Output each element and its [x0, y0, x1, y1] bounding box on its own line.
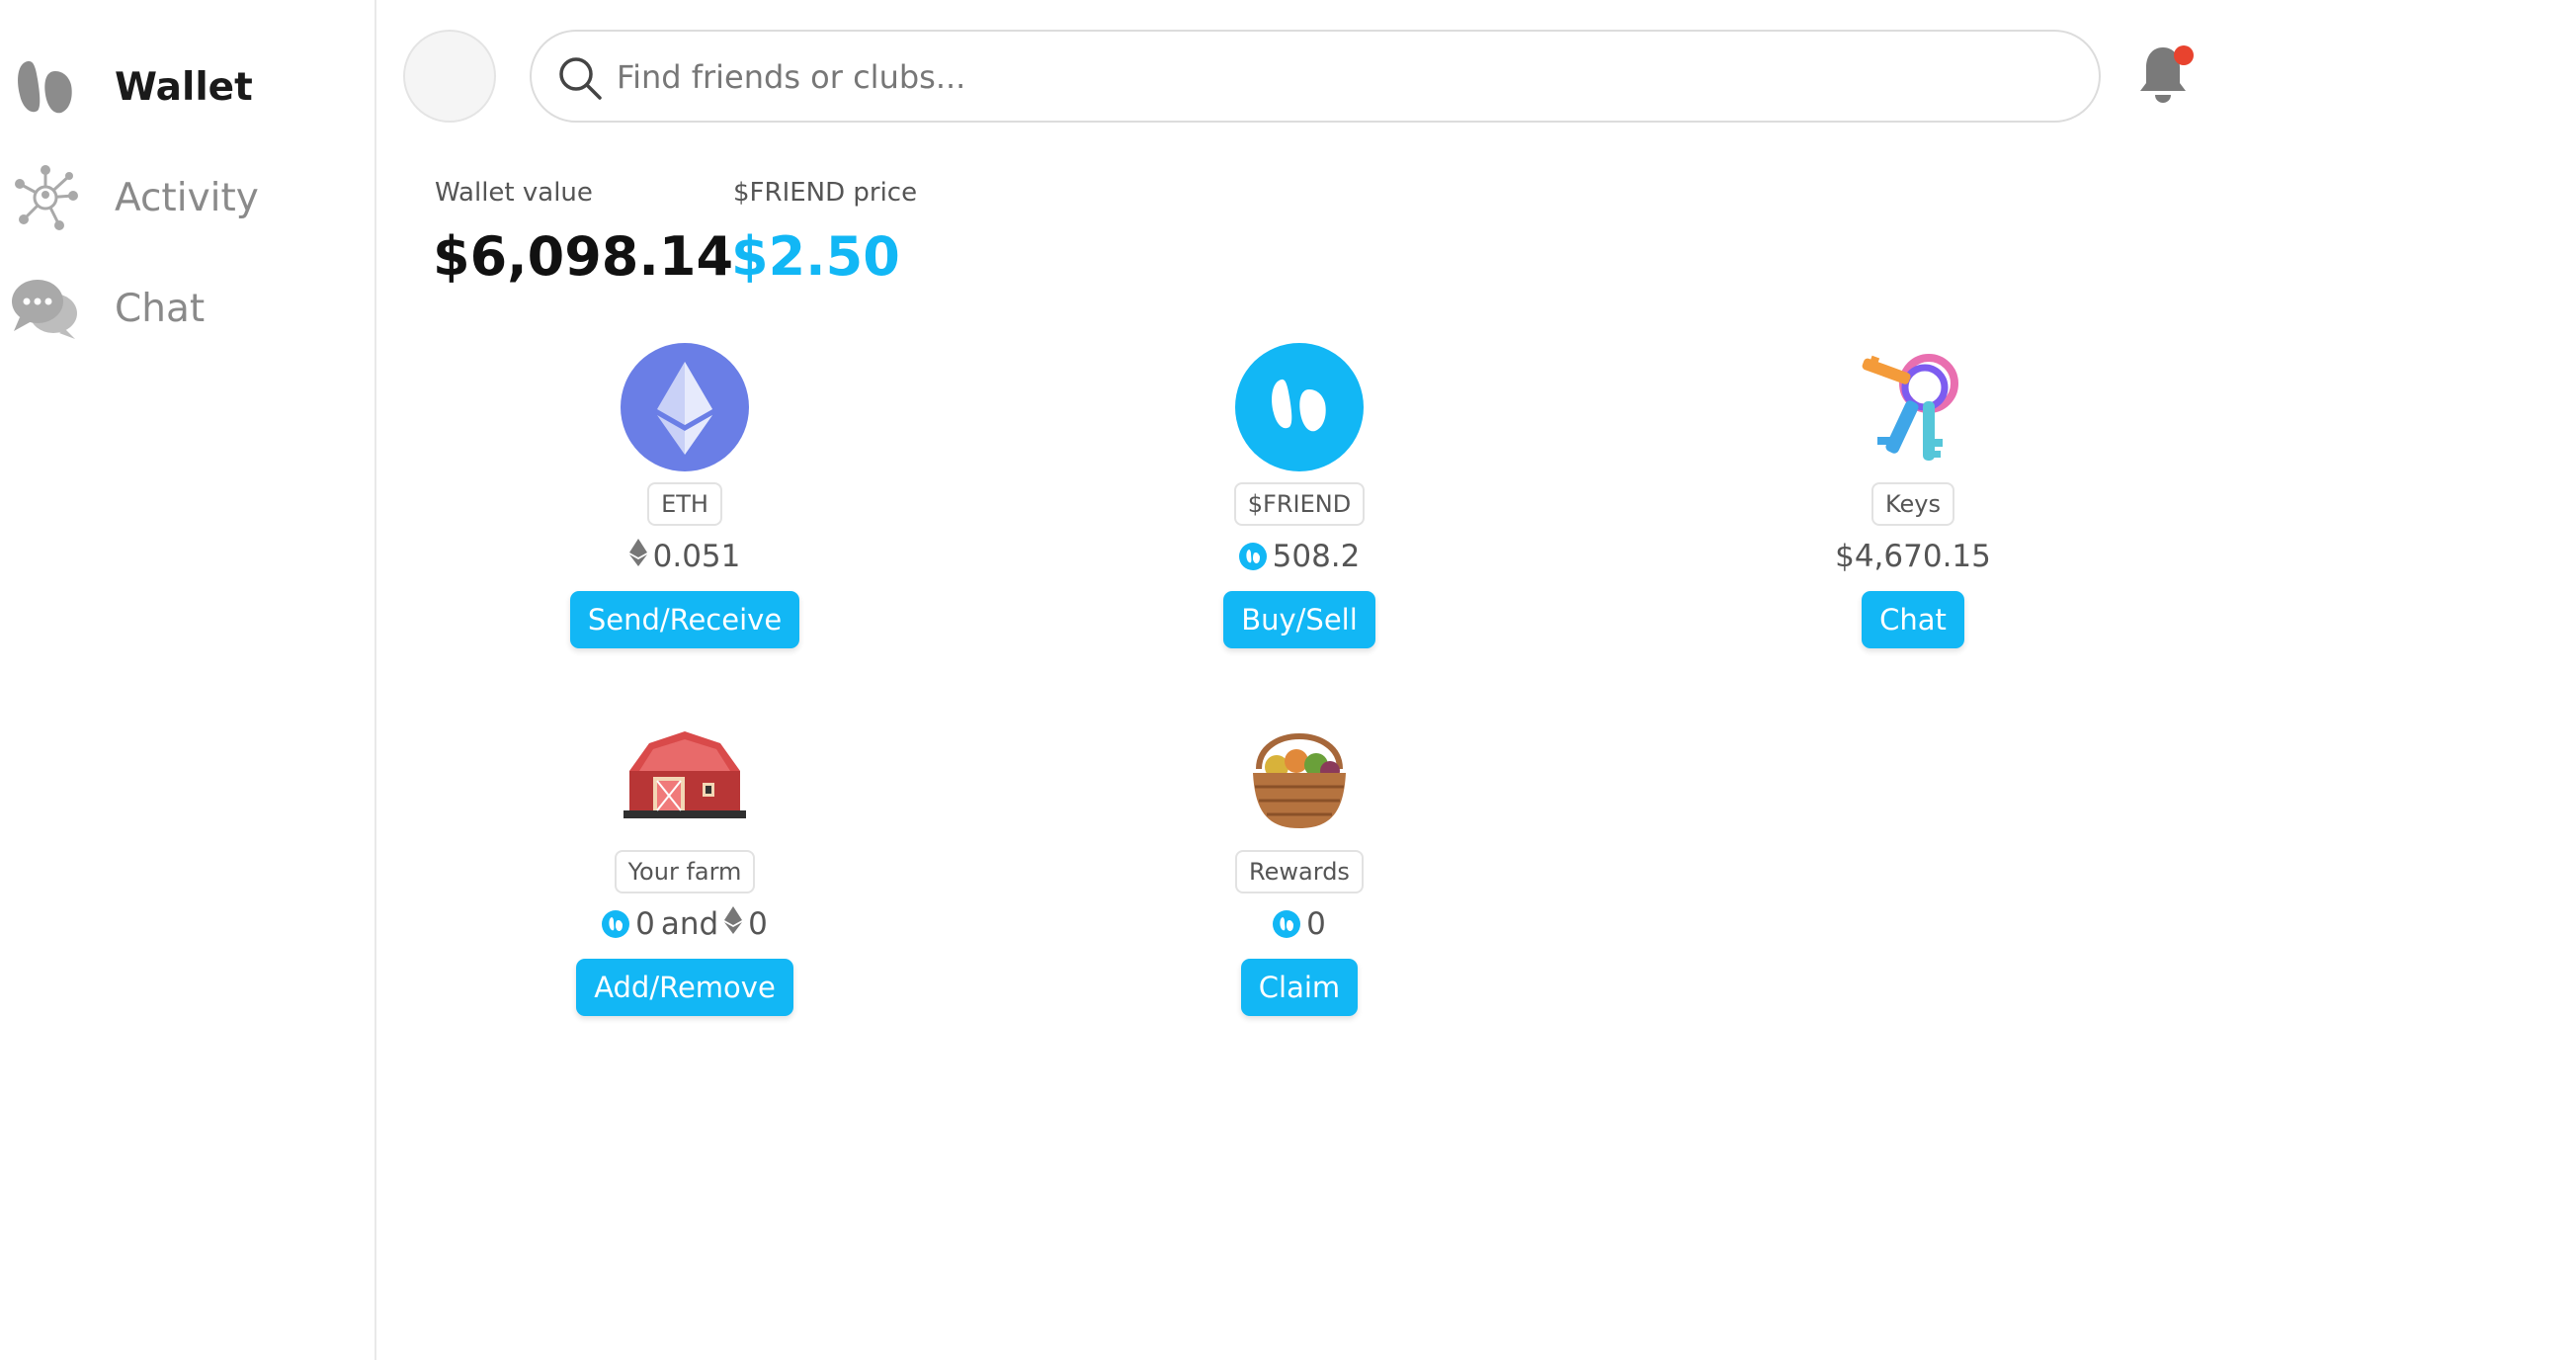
asset-card-keys: Keys $4,670.15 Chat — [1715, 342, 2111, 648]
search-icon — [555, 53, 605, 103]
notification-dot — [2174, 45, 2194, 65]
friend-price-label: $FRIEND price — [733, 178, 918, 208]
friend-logo-icon — [8, 49, 83, 125]
asset-amount: 0 — [1273, 903, 1326, 945]
claim-button[interactable]: Claim — [1240, 959, 1359, 1016]
search-bar — [530, 30, 2101, 123]
sidebar-item-label: Activity — [115, 175, 259, 220]
friend-token-icon — [1234, 342, 1365, 472]
farm-and-text: and — [660, 906, 719, 942]
sidebar: Wallet Activity Chat — [0, 0, 376, 1360]
avatar[interactable] — [403, 30, 496, 123]
asset-card-friend: $FRIEND 508.2 Buy/Sell — [1102, 342, 1497, 648]
asset-amount: 0 and 0 — [602, 903, 768, 945]
asset-amount: $4,670.15 — [1835, 536, 1991, 577]
eth-diamond-icon — [724, 906, 743, 942]
asset-tag: Rewards — [1235, 850, 1364, 893]
network-icon — [8, 160, 83, 235]
wallet-value: $6,098.14 — [433, 225, 734, 288]
sidebar-item-activity[interactable]: Activity — [0, 148, 375, 247]
asset-tag: $FRIEND — [1233, 482, 1366, 526]
asset-amount: 0.051 — [628, 536, 741, 577]
asset-card-rewards: Rewards 0 Claim — [1102, 710, 1497, 1016]
chat-button[interactable]: Chat — [1862, 591, 1964, 648]
eth-diamond-icon — [628, 539, 647, 574]
eth-balance: 0.051 — [652, 539, 741, 574]
asset-card-eth: ETH 0.051 Send/Receive — [487, 342, 882, 648]
send-receive-button[interactable]: Send/Receive — [569, 591, 800, 648]
basket-icon — [1234, 710, 1365, 840]
chat-bubbles-icon — [8, 271, 83, 346]
asset-tag: Your farm — [614, 850, 756, 893]
asset-card-farm: Your farm 0 and 0 Add/Remove — [487, 710, 882, 1016]
add-remove-button[interactable]: Add/Remove — [576, 959, 793, 1016]
asset-tag: ETH — [647, 482, 722, 526]
friend-mini-icon — [602, 910, 630, 938]
barn-icon — [620, 710, 750, 840]
sidebar-item-chat[interactable]: Chat — [0, 259, 375, 358]
farm-friend-amount: 0 — [635, 906, 655, 942]
sidebar-item-label: Chat — [115, 286, 206, 331]
friend-mini-icon — [1238, 543, 1267, 570]
keys-value: $4,670.15 — [1835, 539, 1991, 574]
buy-sell-button[interactable]: Buy/Sell — [1223, 591, 1375, 648]
friend-price: $2.50 — [731, 225, 900, 288]
friend-mini-icon — [1273, 910, 1301, 938]
sidebar-item-wallet[interactable]: Wallet — [0, 38, 375, 136]
search-input[interactable] — [615, 47, 2071, 107]
farm-eth-amount: 0 — [748, 906, 768, 942]
keys-icon — [1848, 342, 1978, 472]
wallet-value-label: Wallet value — [435, 178, 593, 208]
friend-balance: 508.2 — [1272, 539, 1361, 574]
sidebar-item-label: Wallet — [115, 64, 253, 110]
rewards-amount: 0 — [1306, 906, 1326, 942]
asset-amount: 508.2 — [1238, 536, 1361, 577]
asset-tag: Keys — [1870, 482, 1954, 526]
ethereum-icon — [620, 342, 750, 472]
